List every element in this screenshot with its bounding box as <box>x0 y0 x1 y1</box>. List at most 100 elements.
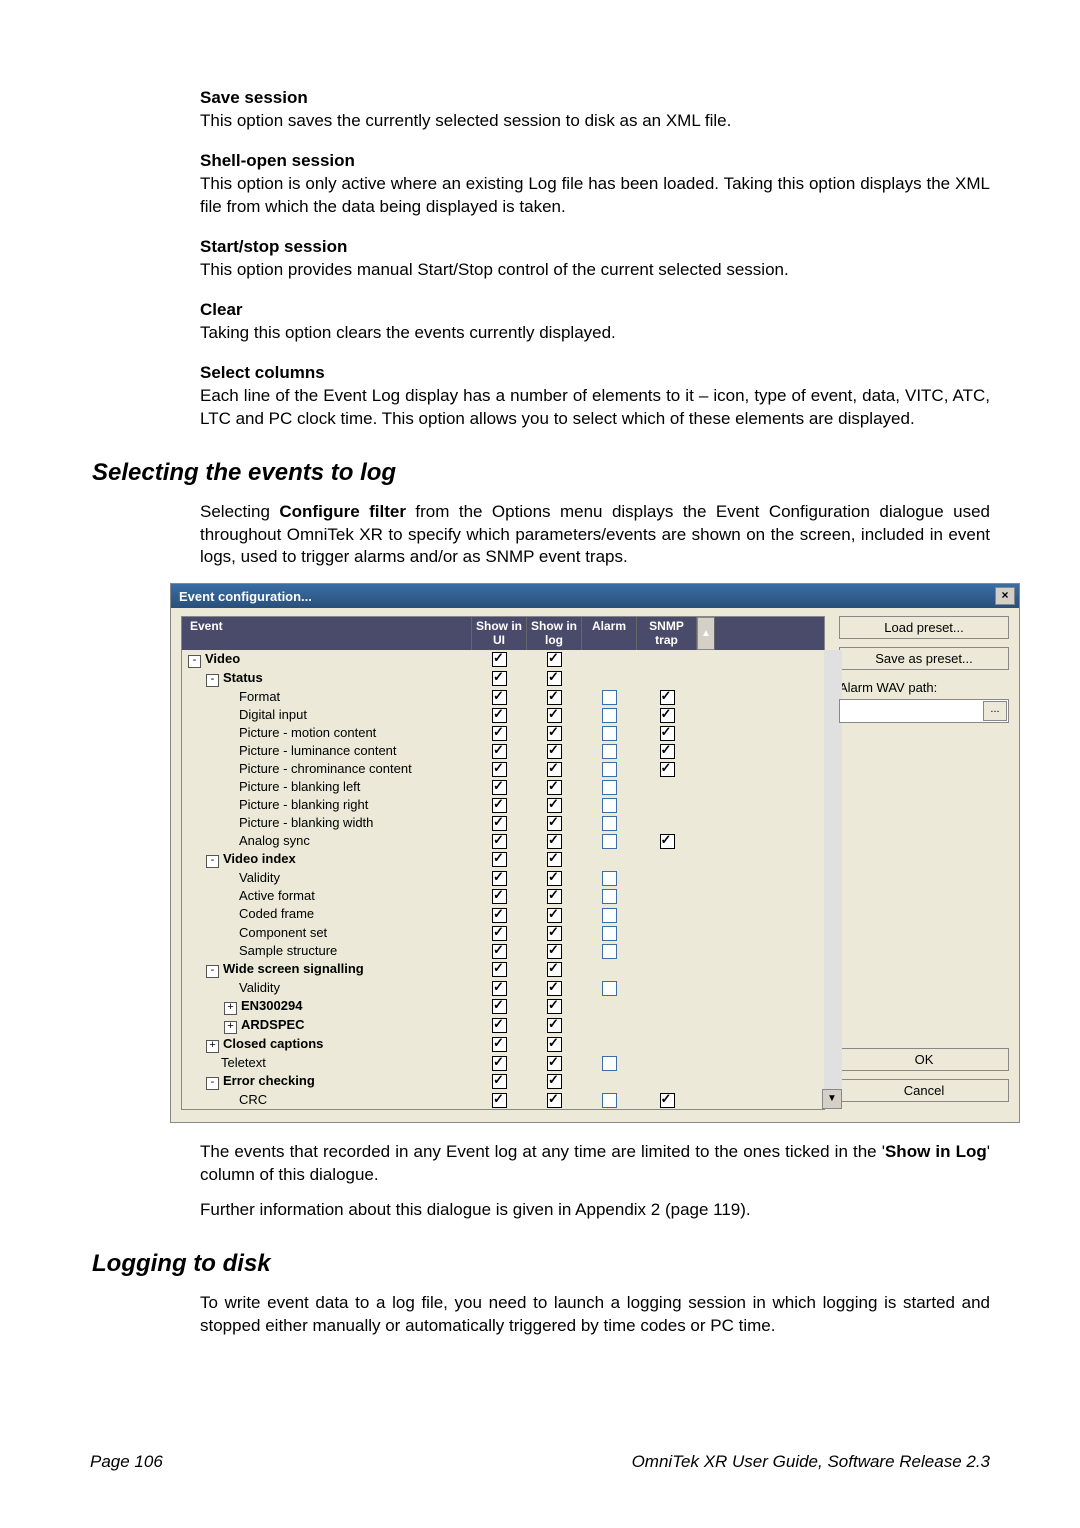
checkbox[interactable] <box>547 926 562 941</box>
tree-row[interactable]: Picture - luminance content <box>182 742 472 760</box>
checkbox[interactable] <box>492 690 507 705</box>
checkbox[interactable] <box>547 944 562 959</box>
checkbox[interactable] <box>547 1074 562 1089</box>
checkbox[interactable] <box>602 908 617 923</box>
checkbox[interactable] <box>660 762 675 777</box>
checkbox[interactable] <box>602 708 617 723</box>
checkbox[interactable] <box>547 1093 562 1108</box>
checkbox[interactable] <box>492 744 507 759</box>
tree-row[interactable]: Coded frame <box>182 905 472 923</box>
tree-row[interactable]: Format <box>182 688 472 706</box>
checkbox[interactable] <box>492 852 507 867</box>
checkbox[interactable] <box>602 816 617 831</box>
scroll-down-icon[interactable]: ▼ <box>822 1089 842 1109</box>
checkbox[interactable] <box>602 926 617 941</box>
checkbox[interactable] <box>547 834 562 849</box>
checkbox[interactable] <box>492 762 507 777</box>
checkbox[interactable] <box>547 871 562 886</box>
close-icon[interactable]: × <box>995 587 1015 605</box>
checkbox[interactable] <box>547 780 562 795</box>
expand-icon[interactable]: - <box>188 655 201 668</box>
checkbox[interactable] <box>547 652 562 667</box>
checkbox[interactable] <box>547 671 562 686</box>
checkbox[interactable] <box>547 962 562 977</box>
checkbox[interactable] <box>492 926 507 941</box>
checkbox[interactable] <box>492 962 507 977</box>
save-preset-button[interactable]: Save as preset... <box>839 647 1009 670</box>
checkbox[interactable] <box>492 726 507 741</box>
checkbox[interactable] <box>547 726 562 741</box>
checkbox[interactable] <box>660 690 675 705</box>
expand-icon[interactable]: + <box>224 1002 237 1015</box>
scroll-up-icon[interactable]: ▲ <box>697 617 715 649</box>
checkbox[interactable] <box>547 762 562 777</box>
checkbox[interactable] <box>602 780 617 795</box>
checkbox[interactable] <box>547 852 562 867</box>
load-preset-button[interactable]: Load preset... <box>839 616 1009 639</box>
tree-row[interactable]: +ARDSPEC <box>182 1016 472 1035</box>
expand-icon[interactable]: - <box>206 855 219 868</box>
checkbox[interactable] <box>492 999 507 1014</box>
tree-row[interactable]: Sample structure <box>182 942 472 960</box>
tree-row[interactable]: -Status <box>182 669 472 688</box>
checkbox[interactable] <box>492 652 507 667</box>
checkbox[interactable] <box>492 798 507 813</box>
tree-row[interactable]: Picture - blanking left <box>182 778 472 796</box>
tree-row[interactable]: Picture - chrominance content <box>182 760 472 778</box>
tree-row[interactable]: Component set <box>182 924 472 942</box>
checkbox[interactable] <box>492 1018 507 1033</box>
checkbox[interactable] <box>547 708 562 723</box>
checkbox[interactable] <box>547 908 562 923</box>
checkbox[interactable] <box>492 780 507 795</box>
checkbox[interactable] <box>492 834 507 849</box>
tree-row[interactable]: +Closed captions <box>182 1035 472 1054</box>
checkbox[interactable] <box>492 981 507 996</box>
checkbox[interactable] <box>547 1018 562 1033</box>
checkbox[interactable] <box>492 871 507 886</box>
checkbox[interactable] <box>492 1037 507 1052</box>
tree-row[interactable]: Teletext <box>182 1054 472 1072</box>
checkbox[interactable] <box>602 690 617 705</box>
tree-row[interactable]: Picture - blanking right <box>182 796 472 814</box>
checkbox[interactable] <box>547 798 562 813</box>
checkbox[interactable] <box>602 944 617 959</box>
checkbox[interactable] <box>602 981 617 996</box>
tree-row[interactable]: +EN300294 <box>182 997 472 1016</box>
checkbox[interactable] <box>547 889 562 904</box>
checkbox[interactable] <box>602 871 617 886</box>
tree-row[interactable]: -Wide screen signalling <box>182 960 472 979</box>
tree-row[interactable]: -Error checking <box>182 1072 472 1091</box>
expand-icon[interactable]: - <box>206 1077 219 1090</box>
checkbox[interactable] <box>660 726 675 741</box>
checkbox[interactable] <box>492 1056 507 1071</box>
tree-row[interactable]: Active format <box>182 887 472 905</box>
expand-icon[interactable]: + <box>206 1040 219 1053</box>
checkbox[interactable] <box>602 798 617 813</box>
checkbox[interactable] <box>547 1056 562 1071</box>
checkbox[interactable] <box>492 1093 507 1108</box>
checkbox[interactable] <box>547 981 562 996</box>
wav-path-input[interactable]: ... <box>839 699 1009 723</box>
checkbox[interactable] <box>547 999 562 1014</box>
expand-icon[interactable]: - <box>206 674 219 687</box>
checkbox[interactable] <box>492 908 507 923</box>
checkbox[interactable] <box>547 690 562 705</box>
checkbox[interactable] <box>492 1074 507 1089</box>
checkbox[interactable] <box>602 834 617 849</box>
checkbox[interactable] <box>492 708 507 723</box>
tree-row[interactable]: Validity <box>182 869 472 887</box>
tree-row[interactable]: CRC <box>182 1091 472 1109</box>
tree-row[interactable]: -Video index <box>182 850 472 869</box>
checkbox[interactable] <box>660 834 675 849</box>
checkbox[interactable] <box>602 762 617 777</box>
checkbox[interactable] <box>660 1093 675 1108</box>
tree-row[interactable]: -Video <box>182 650 472 669</box>
checkbox[interactable] <box>547 744 562 759</box>
tree-row[interactable]: Validity <box>182 979 472 997</box>
tree-row[interactable]: Picture - blanking width <box>182 814 472 832</box>
checkbox[interactable] <box>602 889 617 904</box>
tree-row[interactable]: Digital input <box>182 706 472 724</box>
checkbox[interactable] <box>547 816 562 831</box>
expand-icon[interactable]: + <box>224 1021 237 1034</box>
checkbox[interactable] <box>602 1056 617 1071</box>
